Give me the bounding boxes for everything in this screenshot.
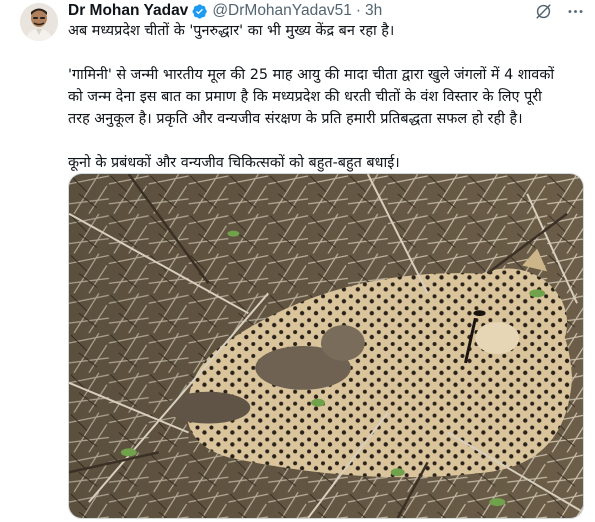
tweet-line: 'गामिनी' से जन्मी भारतीय मूल की 25 माह आ… [68,67,555,83]
separator: · [355,2,362,19]
tweet-photo[interactable] [68,173,584,519]
timestamp[interactable]: 3h [365,2,382,20]
cheetah-photo [69,174,583,518]
grok-icon[interactable] [533,1,553,21]
avatar-portrait [20,3,58,41]
tweet-header: Dr Mohan Yadav @DrMohanYadav51 · 3h [68,1,585,21]
verified-badge-icon [191,3,208,20]
display-name[interactable]: Dr Mohan Yadav [68,2,188,20]
more-icon[interactable] [565,1,585,21]
tweet-line: तरह अनुकूल है। प्रकृति और वन्यजीव संरक्ष… [68,111,523,127]
avatar[interactable] [20,3,58,41]
tweet-line: को जन्म देना इस बात का प्रमाण है कि मध्य… [68,89,542,105]
tweet-text: अब मध्यप्रदेश चीतों के 'पुनरुद्धार' का भ… [68,20,588,174]
handle[interactable]: @DrMohanYadav51 [212,2,352,20]
tweet-line: अब मध्यप्रदेश चीतों के 'पुनरुद्धार' का भ… [68,23,395,39]
tweet-line: कूनो के प्रबंधकों और वन्यजीव चिकित्सकों … [68,155,400,171]
header-actions [533,1,585,21]
